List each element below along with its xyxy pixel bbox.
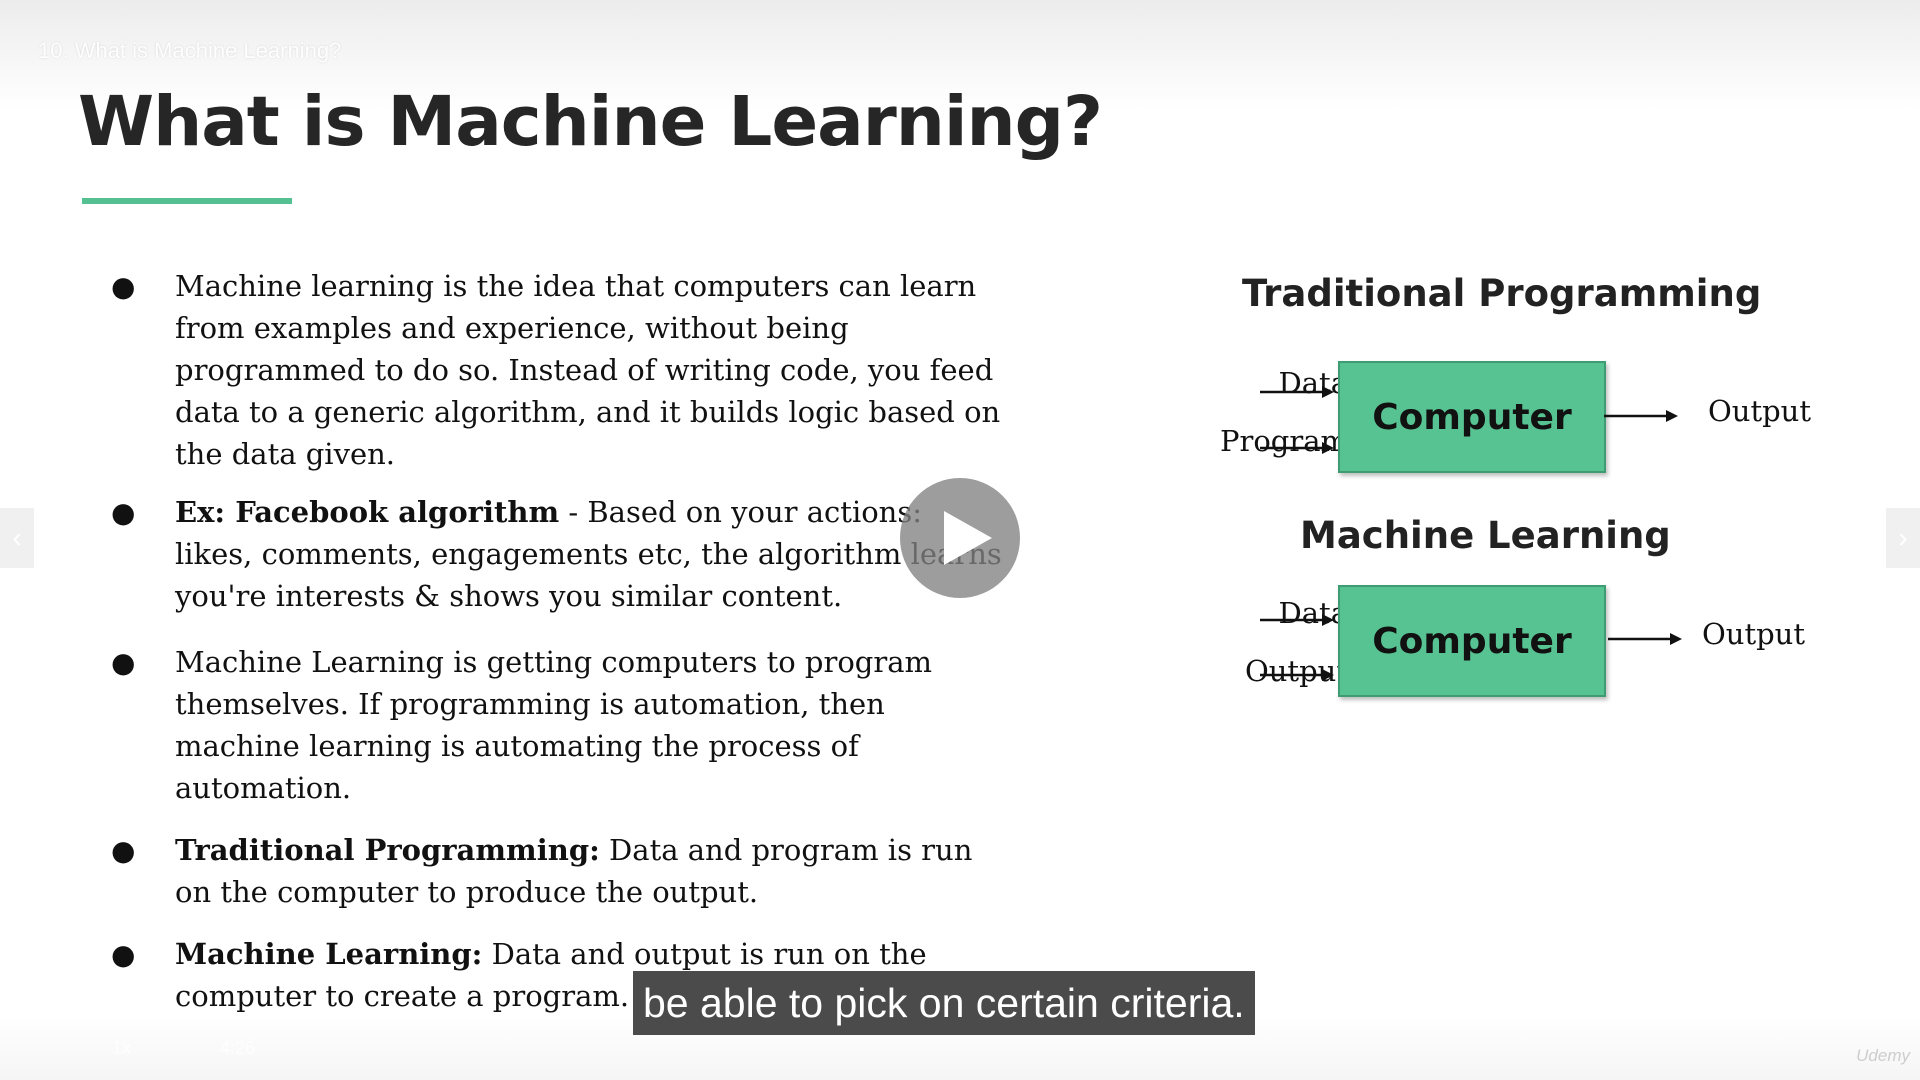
bullet-dot: ●: [111, 834, 136, 867]
bullet-dot: ●: [111, 938, 136, 971]
ml-computer-box: Computer: [1338, 585, 1606, 697]
traditional-diagram-title: Traditional Programming: [1242, 272, 1762, 315]
bullet-text: Machine learning is the idea that comput…: [175, 269, 1001, 471]
arrow-icon: [1260, 442, 1334, 454]
udemy-watermark: Udemy: [1856, 1046, 1910, 1065]
bullet-item: ● Machine Learning is getting computers …: [105, 641, 1005, 809]
arrow-icon: [1608, 633, 1682, 645]
arrow-icon: [1604, 410, 1678, 422]
previous-lecture-button[interactable]: ‹: [0, 508, 34, 568]
bullet-item: ● Ex: Facebook algorithm - Based on your…: [105, 491, 1005, 617]
bullet-item: ● Traditional Programming: Data and prog…: [105, 829, 1005, 913]
bullet-dot: ●: [111, 646, 136, 679]
ml-output: Output: [1702, 617, 1806, 651]
play-button[interactable]: [900, 478, 1020, 598]
bullet-text: Machine Learning is getting computers to…: [175, 645, 933, 805]
title-underline: [82, 198, 292, 204]
chevron-left-icon: ‹: [12, 522, 22, 553]
bullet-bold: Ex: Facebook algorithm: [175, 495, 560, 529]
next-lecture-button[interactable]: ›: [1886, 508, 1920, 568]
bullet-list: ● Machine learning is the idea that comp…: [105, 265, 1005, 1017]
arrow-icon: [1260, 614, 1334, 626]
play-icon: [944, 511, 992, 565]
slide-title: What is Machine Learning?: [78, 82, 1103, 162]
lecture-title: 10. What is Machine Learning?: [38, 38, 342, 63]
bullet-bold: Traditional Programming:: [175, 833, 600, 867]
programming-diagram: Traditional Programming Data Program Com…: [1100, 260, 1840, 720]
bullet-item: ● Machine learning is the idea that comp…: [105, 265, 1005, 475]
traditional-computer-box: Computer: [1338, 361, 1606, 473]
arrow-icon: [1260, 669, 1334, 681]
traditional-output: Output: [1708, 394, 1812, 428]
playback-speed[interactable]: 1x: [112, 1038, 131, 1059]
subtitle-caption: be able to pick on certain criteria.: [633, 971, 1255, 1035]
arrow-icon: [1260, 386, 1334, 398]
chevron-right-icon: ›: [1898, 522, 1908, 553]
bullet-bold: Machine Learning:: [175, 937, 483, 971]
time-display: 4:26: [220, 1038, 256, 1058]
ml-diagram-title: Machine Learning: [1300, 514, 1671, 557]
bullet-dot: ●: [111, 270, 136, 303]
bullet-dot: ●: [111, 496, 136, 529]
